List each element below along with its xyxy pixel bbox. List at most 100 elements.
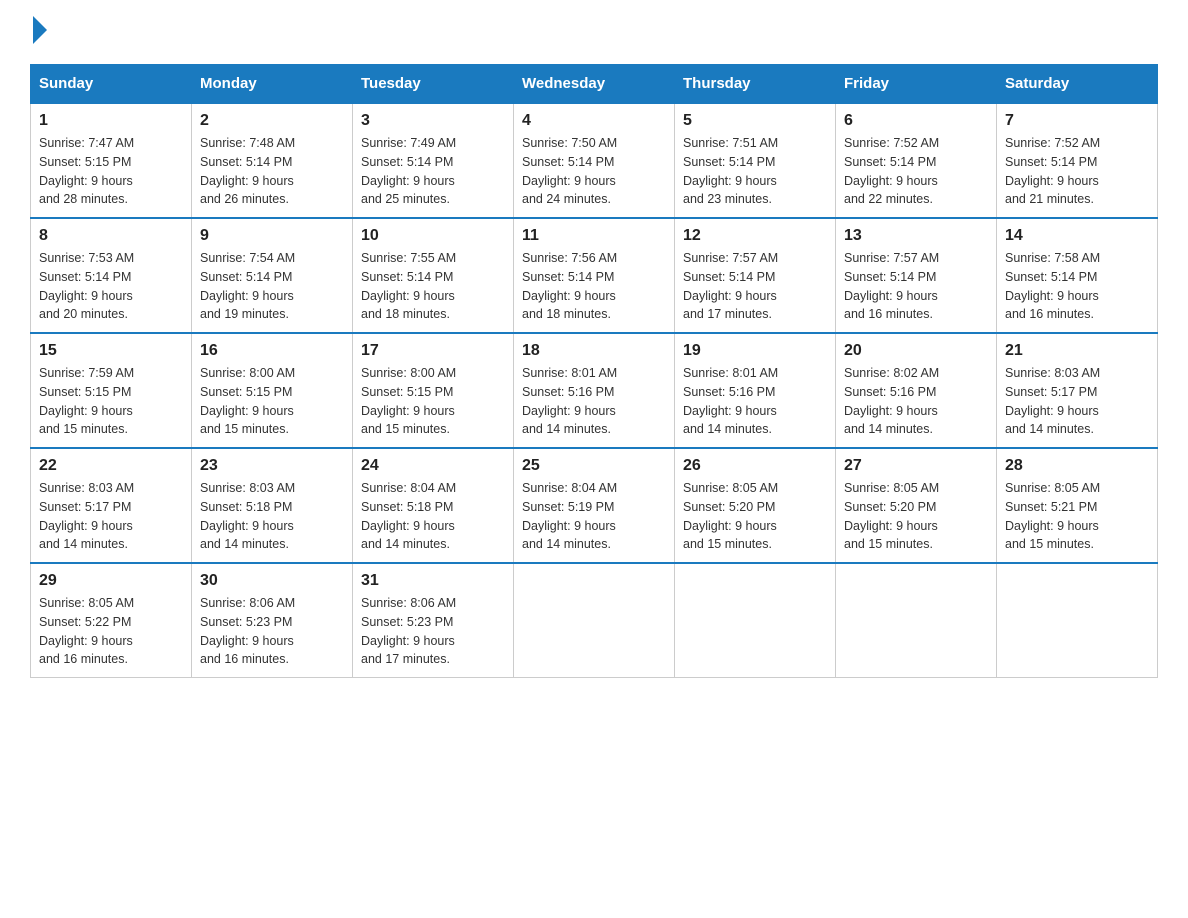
calendar-table: SundayMondayTuesdayWednesdayThursdayFrid…: [30, 64, 1158, 678]
logo: [30, 20, 47, 44]
day-info: Sunrise: 8:06 AMSunset: 5:23 PMDaylight:…: [361, 594, 505, 669]
calendar-day-cell: 31 Sunrise: 8:06 AMSunset: 5:23 PMDayligh…: [353, 563, 514, 678]
day-number: 8: [39, 227, 183, 245]
day-info: Sunrise: 8:05 AMSunset: 5:20 PMDaylight:…: [844, 479, 988, 554]
day-info: Sunrise: 8:03 AMSunset: 5:17 PMDaylight:…: [1005, 364, 1149, 439]
day-info: Sunrise: 7:51 AMSunset: 5:14 PMDaylight:…: [683, 134, 827, 209]
calendar-day-cell: 11Sunrise: 7:56 AMSunset: 5:14 PMDayligh…: [514, 218, 675, 333]
day-info: Sunrise: 8:05 AMSunset: 5:20 PMDaylight:…: [683, 479, 827, 554]
calendar-day-cell: 29 Sunrise: 8:05 AMSunset: 5:22 PMDayligh…: [31, 563, 192, 678]
calendar-header-tuesday: Tuesday: [353, 65, 514, 104]
calendar-header-saturday: Saturday: [997, 65, 1158, 104]
day-number: 2: [200, 112, 344, 130]
calendar-day-cell: 26 Sunrise: 8:05 AMSunset: 5:20 PMDayligh…: [675, 448, 836, 563]
day-number: 18: [522, 342, 666, 360]
day-number: 29: [39, 572, 183, 590]
calendar-day-cell: 16 Sunrise: 8:00 AMSunset: 5:15 PMDayligh…: [192, 333, 353, 448]
calendar-day-cell: 5Sunrise: 7:51 AMSunset: 5:14 PMDaylight…: [675, 103, 836, 218]
calendar-day-cell: 17 Sunrise: 8:00 AMSunset: 5:15 PMDayligh…: [353, 333, 514, 448]
day-info: Sunrise: 8:04 AMSunset: 5:19 PMDaylight:…: [522, 479, 666, 554]
calendar-day-cell: 27 Sunrise: 8:05 AMSunset: 5:20 PMDayligh…: [836, 448, 997, 563]
calendar-header-thursday: Thursday: [675, 65, 836, 104]
calendar-day-cell: 30Sunrise: 8:06 AMSunset: 5:23 PMDayligh…: [192, 563, 353, 678]
calendar-day-cell: 18 Sunrise: 8:01 AMSunset: 5:16 PMDayligh…: [514, 333, 675, 448]
day-info: Sunrise: 7:52 AMSunset: 5:14 PMDaylight:…: [1005, 134, 1149, 209]
calendar-week-row: 22 Sunrise: 8:03 AMSunset: 5:17 PMDayligh…: [31, 448, 1158, 563]
day-number: 10: [361, 227, 505, 245]
day-number: 21: [1005, 342, 1149, 360]
day-number: 19: [683, 342, 827, 360]
day-info: Sunrise: 8:05 AMSunset: 5:21 PMDaylight:…: [1005, 479, 1149, 554]
day-info: Sunrise: 7:49 AMSunset: 5:14 PMDaylight:…: [361, 134, 505, 209]
calendar-day-cell: 28Sunrise: 8:05 AMSunset: 5:21 PMDayligh…: [997, 448, 1158, 563]
calendar-day-cell: 23Sunrise: 8:03 AMSunset: 5:18 PMDayligh…: [192, 448, 353, 563]
calendar-day-cell: 15 Sunrise: 7:59 AMSunset: 5:15 PMDayligh…: [31, 333, 192, 448]
logo-triangle-icon: [33, 16, 47, 44]
day-number: 22: [39, 457, 183, 475]
day-info: Sunrise: 8:05 AMSunset: 5:22 PMDaylight:…: [39, 594, 183, 669]
page-header: [30, 20, 1158, 44]
calendar-day-cell: 20 Sunrise: 8:02 AMSunset: 5:16 PMDayligh…: [836, 333, 997, 448]
calendar-day-cell: 25 Sunrise: 8:04 AMSunset: 5:19 PMDayligh…: [514, 448, 675, 563]
day-info: Sunrise: 7:54 AMSunset: 5:14 PMDaylight:…: [200, 249, 344, 324]
day-info: Sunrise: 8:03 AMSunset: 5:18 PMDaylight:…: [200, 479, 344, 554]
day-number: 3: [361, 112, 505, 130]
day-number: 31: [361, 572, 505, 590]
day-info: Sunrise: 7:56 AMSunset: 5:14 PMDaylight:…: [522, 249, 666, 324]
calendar-day-cell: 24 Sunrise: 8:04 AMSunset: 5:18 PMDayligh…: [353, 448, 514, 563]
calendar-day-cell: 4Sunrise: 7:50 AMSunset: 5:14 PMDaylight…: [514, 103, 675, 218]
calendar-day-cell: 12Sunrise: 7:57 AMSunset: 5:14 PMDayligh…: [675, 218, 836, 333]
day-number: 4: [522, 112, 666, 130]
calendar-day-cell: 6 Sunrise: 7:52 AMSunset: 5:14 PMDaylight…: [836, 103, 997, 218]
calendar-day-cell: 19Sunrise: 8:01 AMSunset: 5:16 PMDayligh…: [675, 333, 836, 448]
day-number: 16: [200, 342, 344, 360]
day-number: 17: [361, 342, 505, 360]
day-info: Sunrise: 7:48 AMSunset: 5:14 PMDaylight:…: [200, 134, 344, 209]
day-info: Sunrise: 8:03 AMSunset: 5:17 PMDaylight:…: [39, 479, 183, 554]
calendar-day-cell: 9 Sunrise: 7:54 AMSunset: 5:14 PMDaylight…: [192, 218, 353, 333]
calendar-day-cell: 2 Sunrise: 7:48 AMSunset: 5:14 PMDaylight…: [192, 103, 353, 218]
day-info: Sunrise: 7:47 AMSunset: 5:15 PMDaylight:…: [39, 134, 183, 209]
calendar-day-cell: 1 Sunrise: 7:47 AMSunset: 5:15 PMDaylight…: [31, 103, 192, 218]
calendar-day-cell: 3 Sunrise: 7:49 AMSunset: 5:14 PMDaylight…: [353, 103, 514, 218]
day-info: Sunrise: 8:02 AMSunset: 5:16 PMDaylight:…: [844, 364, 988, 439]
day-number: 7: [1005, 112, 1149, 130]
calendar-body: 1 Sunrise: 7:47 AMSunset: 5:15 PMDaylight…: [31, 103, 1158, 678]
calendar-day-cell: 7 Sunrise: 7:52 AMSunset: 5:14 PMDaylight…: [997, 103, 1158, 218]
calendar-header-row: SundayMondayTuesdayWednesdayThursdayFrid…: [31, 65, 1158, 104]
day-number: 9: [200, 227, 344, 245]
day-number: 1: [39, 112, 183, 130]
day-number: 20: [844, 342, 988, 360]
calendar-day-cell: 21 Sunrise: 8:03 AMSunset: 5:17 PMDayligh…: [997, 333, 1158, 448]
day-number: 14: [1005, 227, 1149, 245]
calendar-header-sunday: Sunday: [31, 65, 192, 104]
day-number: 13: [844, 227, 988, 245]
day-number: 26: [683, 457, 827, 475]
calendar-day-cell: [836, 563, 997, 678]
day-info: Sunrise: 8:00 AMSunset: 5:15 PMDaylight:…: [361, 364, 505, 439]
calendar-day-cell: 14Sunrise: 7:58 AMSunset: 5:14 PMDayligh…: [997, 218, 1158, 333]
day-number: 27: [844, 457, 988, 475]
day-info: Sunrise: 8:00 AMSunset: 5:15 PMDaylight:…: [200, 364, 344, 439]
calendar-week-row: 8 Sunrise: 7:53 AMSunset: 5:14 PMDaylight…: [31, 218, 1158, 333]
day-number: 24: [361, 457, 505, 475]
calendar-day-cell: [675, 563, 836, 678]
calendar-header-monday: Monday: [192, 65, 353, 104]
calendar-week-row: 29 Sunrise: 8:05 AMSunset: 5:22 PMDayligh…: [31, 563, 1158, 678]
calendar-header-friday: Friday: [836, 65, 997, 104]
day-info: Sunrise: 8:01 AMSunset: 5:16 PMDaylight:…: [522, 364, 666, 439]
day-number: 25: [522, 457, 666, 475]
day-number: 15: [39, 342, 183, 360]
calendar-day-cell: 10 Sunrise: 7:55 AMSunset: 5:14 PMDayligh…: [353, 218, 514, 333]
calendar-day-cell: 8 Sunrise: 7:53 AMSunset: 5:14 PMDaylight…: [31, 218, 192, 333]
day-number: 6: [844, 112, 988, 130]
day-info: Sunrise: 7:57 AMSunset: 5:14 PMDaylight:…: [844, 249, 988, 324]
calendar-week-row: 1 Sunrise: 7:47 AMSunset: 5:15 PMDaylight…: [31, 103, 1158, 218]
day-info: Sunrise: 8:04 AMSunset: 5:18 PMDaylight:…: [361, 479, 505, 554]
day-info: Sunrise: 7:52 AMSunset: 5:14 PMDaylight:…: [844, 134, 988, 209]
day-info: Sunrise: 7:53 AMSunset: 5:14 PMDaylight:…: [39, 249, 183, 324]
day-info: Sunrise: 7:55 AMSunset: 5:14 PMDaylight:…: [361, 249, 505, 324]
day-info: Sunrise: 7:59 AMSunset: 5:15 PMDaylight:…: [39, 364, 183, 439]
calendar-day-cell: [997, 563, 1158, 678]
day-number: 30: [200, 572, 344, 590]
